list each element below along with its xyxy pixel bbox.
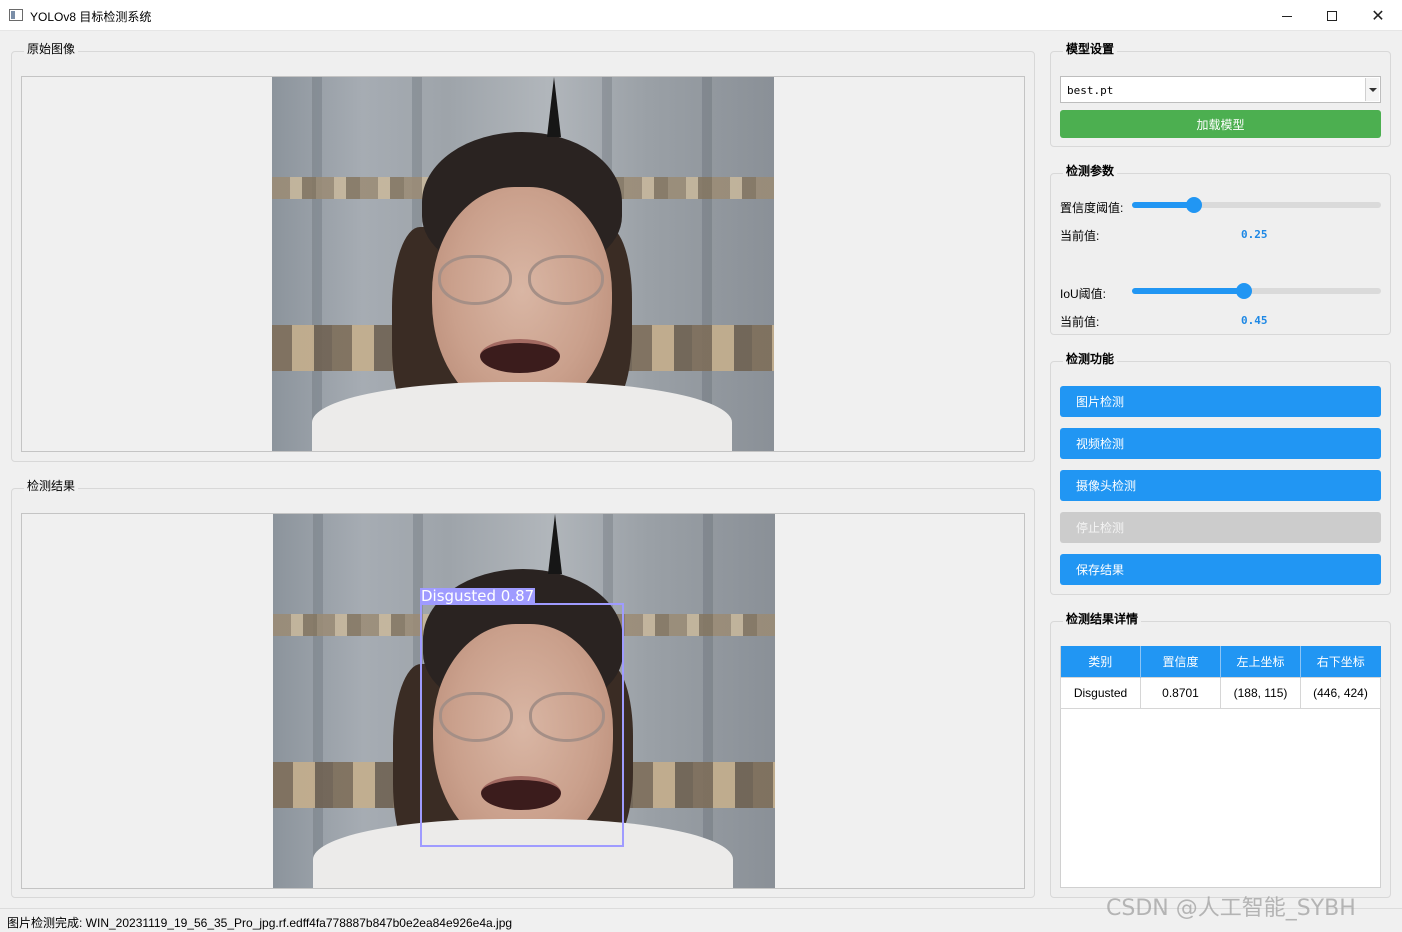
minimize-button[interactable] [1264,0,1310,31]
iou-slider-handle[interactable] [1236,283,1253,299]
maximize-button[interactable] [1309,0,1355,31]
column-header-confidence[interactable]: 置信度 [1140,646,1221,677]
maximize-icon [1327,10,1337,21]
camera-detect-button[interactable]: 摄像头检测 [1060,470,1381,501]
confidence-slider[interactable] [1132,197,1381,213]
iou-label: IoU阈值: [1060,287,1107,301]
confidence-current-label: 当前值: [1060,229,1100,243]
iou-slider[interactable] [1132,283,1381,299]
cell-top-left[interactable]: (188, 115) [1220,676,1301,709]
detection-bounding-box [420,603,624,847]
minimize-icon [1282,16,1292,17]
column-header-top-left[interactable]: 左上坐标 [1220,646,1301,677]
original-image-title: 原始图像 [24,40,79,57]
save-results-button[interactable]: 保存结果 [1060,554,1381,585]
cell-bottom-right[interactable]: (446, 424) [1300,676,1381,709]
iou-current-label: 当前值: [1060,315,1100,329]
iou-value: 0.45 [1241,314,1268,327]
iou-slider-fill [1132,288,1245,294]
close-icon: ✕ [1371,6,1385,25]
detection-label: Disgusted 0.87 [420,587,536,605]
detection-functions-title: 检测功能 [1063,350,1118,367]
details-table: 类别 置信度 左上坐标 右下坐标 Disgusted 0.8701 (188, … [1060,646,1381,709]
column-header-bottom-right[interactable]: 右下坐标 [1300,646,1381,677]
confidence-value: 0.25 [1241,228,1268,241]
result-image-frame: Disgusted 0.87 [21,513,1025,889]
confidence-slider-fill [1132,202,1195,208]
model-settings-title: 模型设置 [1063,40,1118,57]
table-header-row: 类别 置信度 左上坐标 右下坐标 [1060,646,1381,677]
original-image-frame [21,76,1025,452]
details-title: 检测结果详情 [1063,610,1142,627]
model-select-value: best.pt [1067,84,1114,97]
detection-params-group [1050,173,1391,335]
cell-confidence[interactable]: 0.8701 [1140,676,1221,709]
table-row[interactable]: Disgusted 0.8701 (188, 115) (446, 424) [1060,676,1381,709]
column-header-class[interactable]: 类别 [1060,646,1141,677]
video-detect-button[interactable]: 视频检测 [1060,428,1381,459]
image-detect-button[interactable]: 图片检测 [1060,386,1381,417]
cell-class[interactable]: Disgusted [1060,676,1141,709]
model-select[interactable]: best.pt [1060,76,1381,103]
stop-detect-button[interactable]: 停止检测 [1060,512,1381,543]
confidence-label: 置信度阈值: [1060,201,1124,215]
result-photo: Disgusted 0.87 [273,514,775,888]
close-button[interactable]: ✕ [1355,0,1401,31]
app-icon [9,9,23,21]
chevron-down-icon[interactable] [1365,78,1379,101]
load-model-button[interactable]: 加载模型 [1060,110,1381,138]
title-bar: YOLOv8 目标检测系统 ✕ [0,0,1402,31]
watermark: CSDN @人工智能_SYBH [1106,896,1356,921]
window-title: YOLOv8 目标检测系统 [30,10,152,24]
status-text: 图片检测完成: WIN_20231119_19_56_35_Pro_jpg.rf… [7,916,513,930]
detection-params-title: 检测参数 [1063,162,1118,179]
result-image-title: 检测结果 [24,477,79,494]
original-photo [272,77,774,451]
